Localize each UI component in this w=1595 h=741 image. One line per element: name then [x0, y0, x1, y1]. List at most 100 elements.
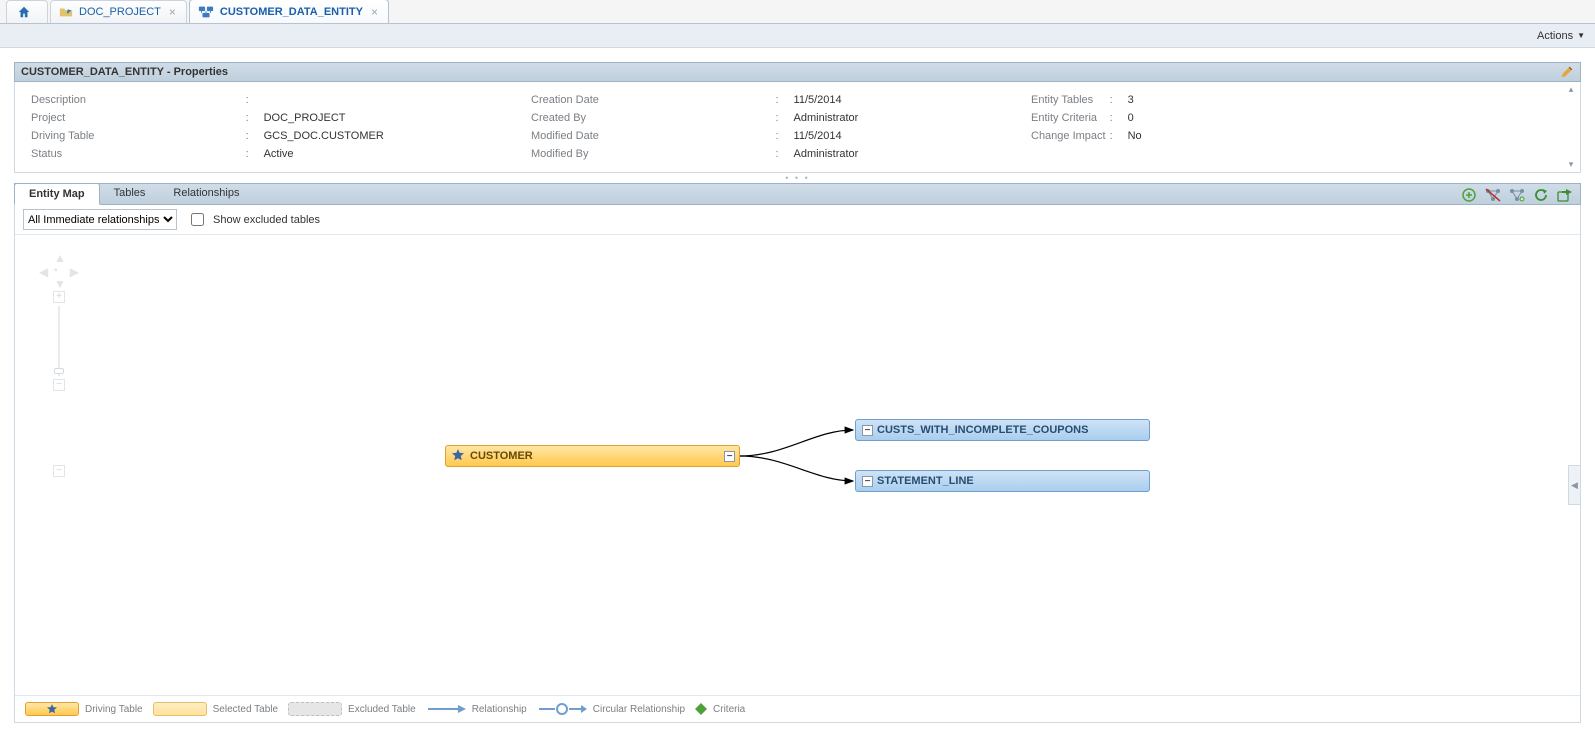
- lower-tab-bar: Entity Map Tables Relationships: [14, 183, 1581, 205]
- export-icon: [1557, 188, 1573, 202]
- right-panel-toggle[interactable]: ◀: [1568, 465, 1580, 505]
- legend-circular-relationship: Circular Relationship: [537, 703, 685, 715]
- description-value: [264, 94, 531, 106]
- properties-col-1: Description: Project:DOC_PROJECT Driving…: [31, 94, 531, 160]
- driving-table-value: GCS_DOC.CUSTOMER: [264, 130, 531, 142]
- scroll-down-icon[interactable]: ▾: [1569, 159, 1574, 170]
- zoom-in-button[interactable]: +: [53, 291, 65, 303]
- actions-menu[interactable]: Actions ▼: [1537, 30, 1585, 42]
- status-label: Status: [31, 148, 242, 160]
- creation-date-value: 11/5/2014: [794, 94, 1031, 106]
- actions-bar: Actions ▼: [0, 24, 1595, 48]
- created-by-value: Administrator: [794, 112, 1031, 124]
- tab-entity-map[interactable]: Entity Map: [14, 183, 100, 205]
- entity-map-panel: All Immediate relationships Show exclude…: [14, 205, 1581, 723]
- selected-swatch-icon: [153, 702, 207, 716]
- modified-by-value: Administrator: [794, 148, 1031, 160]
- pan-control: ▲ ▼ ◀ ▶ ▪: [39, 251, 79, 291]
- node-custs-with-incomplete-coupons[interactable]: − CUSTS_WITH_INCOMPLETE_COUPONS: [855, 419, 1150, 441]
- legend-driving-table: Driving Table: [25, 702, 143, 716]
- tab-label: CUSTOMER_DATA_ENTITY: [220, 6, 363, 18]
- node-customer[interactable]: CUSTOMER −: [445, 445, 740, 467]
- hide-related-button[interactable]: [1484, 186, 1502, 204]
- legend: Driving Table Selected Table Excluded Ta…: [15, 695, 1580, 722]
- show-related-button[interactable]: [1508, 186, 1526, 204]
- folder-pencil-icon: [59, 5, 73, 19]
- zoom-slider-track[interactable]: [58, 306, 60, 376]
- node-label: CUSTS_WITH_INCOMPLETE_COUPONS: [877, 424, 1149, 436]
- properties-title: CUSTOMER_DATA_ENTITY - Properties: [21, 66, 228, 78]
- modified-by-label: Modified By: [531, 148, 772, 160]
- pan-up-button[interactable]: ▲: [54, 251, 66, 265]
- tab-customer-data-entity[interactable]: CUSTOMER_DATA_ENTITY ×: [189, 0, 389, 23]
- driving-table-label: Driving Table: [31, 130, 242, 142]
- entity-icon: [198, 5, 214, 19]
- chevron-down-icon: ▼: [1577, 31, 1585, 40]
- properties-scrollbar[interactable]: ▴ ▾: [1564, 84, 1578, 170]
- refresh-button[interactable]: [1532, 186, 1550, 204]
- legend-excluded-table: Excluded Table: [288, 702, 416, 716]
- node-label: CUSTOMER: [470, 450, 724, 462]
- properties-col-2: Creation Date:11/5/2014 Created By:Admin…: [531, 94, 1031, 160]
- tab-relationships[interactable]: Relationships: [159, 182, 253, 204]
- tab-doc-project[interactable]: DOC_PROJECT ×: [50, 0, 187, 23]
- plus-circle-icon: [1462, 188, 1476, 202]
- change-impact-value: No: [1128, 130, 1142, 142]
- entity-criteria-label: Entity Criteria: [1031, 112, 1106, 124]
- zoom-fit-button[interactable]: −: [53, 465, 65, 477]
- tab-tables[interactable]: Tables: [100, 182, 160, 204]
- modified-date-value: 11/5/2014: [794, 130, 1031, 142]
- status-value: Active: [264, 148, 531, 160]
- legend-selected-table: Selected Table: [153, 702, 278, 716]
- close-icon[interactable]: ×: [169, 6, 176, 18]
- collapse-toggle[interactable]: −: [862, 425, 873, 436]
- show-relations-icon: [1509, 188, 1525, 202]
- modified-date-label: Modified Date: [531, 130, 772, 142]
- properties-col-3: Entity Tables:3 Entity Criteria:0 Change…: [1031, 94, 1142, 160]
- entity-criteria-value: 0: [1128, 112, 1142, 124]
- nav-zoom-widget: ▲ ▼ ◀ ▶ ▪ + − −: [39, 251, 79, 477]
- legend-relationship: Relationship: [426, 703, 527, 715]
- filter-row: All Immediate relationships Show exclude…: [15, 205, 1580, 235]
- close-icon[interactable]: ×: [371, 6, 378, 18]
- zoom-out-button[interactable]: −: [53, 379, 65, 391]
- relationship-filter-select[interactable]: All Immediate relationships: [23, 209, 177, 230]
- pan-down-button[interactable]: ▼: [54, 277, 66, 291]
- pan-right-button[interactable]: ▶: [70, 265, 79, 279]
- legend-criteria: Criteria: [695, 703, 745, 715]
- star-icon: [452, 449, 464, 464]
- collapse-toggle[interactable]: −: [724, 451, 735, 462]
- entity-tables-label: Entity Tables: [1031, 94, 1106, 106]
- show-excluded-checkbox-label[interactable]: Show excluded tables: [187, 210, 320, 229]
- project-value: DOC_PROJECT: [264, 112, 531, 124]
- pencil-icon: [1560, 65, 1574, 79]
- change-impact-label: Change Impact: [1031, 130, 1106, 142]
- pan-center-button[interactable]: ▪: [54, 265, 58, 276]
- scroll-up-icon[interactable]: ▴: [1569, 84, 1574, 95]
- creation-date-label: Creation Date: [531, 94, 772, 106]
- collapse-toggle[interactable]: −: [862, 476, 873, 487]
- created-by-label: Created By: [531, 112, 772, 124]
- actions-menu-label: Actions: [1537, 30, 1573, 42]
- tab-label: DOC_PROJECT: [79, 6, 161, 18]
- add-table-button[interactable]: [1460, 186, 1478, 204]
- driving-swatch-icon: [25, 702, 79, 716]
- edit-button[interactable]: [1560, 65, 1574, 79]
- pan-left-button[interactable]: ◀: [39, 265, 48, 279]
- show-excluded-checkbox[interactable]: [191, 213, 204, 226]
- zoom-slider-handle[interactable]: [54, 368, 64, 374]
- refresh-icon: [1534, 188, 1548, 202]
- properties-body: Description: Project:DOC_PROJECT Driving…: [14, 82, 1581, 173]
- tab-home[interactable]: [6, 0, 48, 23]
- node-statement-line[interactable]: − STATEMENT_LINE: [855, 470, 1150, 492]
- properties-header: CUSTOMER_DATA_ENTITY - Properties: [14, 62, 1581, 82]
- project-label: Project: [31, 112, 242, 124]
- excluded-swatch-icon: [288, 702, 342, 716]
- edge-layer: [15, 235, 1580, 695]
- description-label: Description: [31, 94, 242, 106]
- node-label: STATEMENT_LINE: [877, 475, 1149, 487]
- entity-map-canvas[interactable]: ▲ ▼ ◀ ▶ ▪ + − −: [15, 235, 1580, 695]
- export-button[interactable]: [1556, 186, 1574, 204]
- entity-tables-value: 3: [1128, 94, 1142, 106]
- home-icon: [17, 5, 31, 19]
